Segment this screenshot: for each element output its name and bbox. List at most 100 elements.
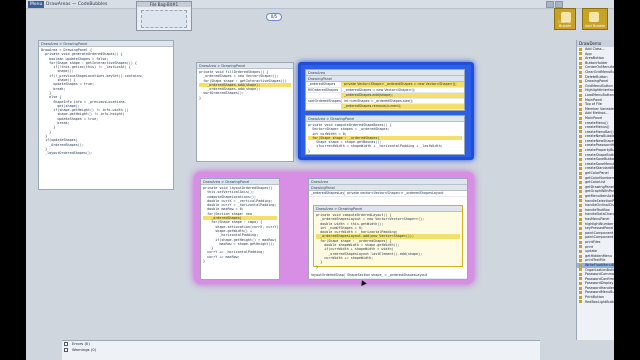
explorer-item-label: createNewShapes() [585,138,614,143]
class-icon [579,295,582,299]
explorer-item-label: RedBoxLightButton [585,299,614,304]
window-title: DrawAreas — CodeBubbles [46,2,108,7]
expand-icon[interactable] [64,348,68,352]
explorer-item-label: Add Method... [585,111,609,116]
reference-name [306,104,342,109]
explorer-item-label: HighlightInterfaces [585,88,614,93]
explorer-item-label: OrganizationButton [585,267,614,272]
code-bubble-fill-ordered-shapes[interactable]: DrawArea > DrawingPanel private void fil… [196,62,294,162]
class-icon [579,263,582,267]
class-icon [579,56,582,60]
explorer-item-label: paintComponent [585,235,614,240]
explorer-item-label: getGraphWithPanel [585,189,614,194]
class-icon [579,158,582,162]
problems-pane: Errors (0) Warnings (0) [62,340,540,360]
code-line: _layoutOrderedShapes(); [41,151,93,156]
maximize-button[interactable] [555,1,563,8]
explorer-item-label: PasswordMenuButton [585,290,614,295]
class-icon [579,249,582,253]
expand-icon[interactable] [64,342,68,346]
explorer-item-label: CenterOnMenuItem [585,65,614,70]
reference-name: _orderedShapes [306,82,342,87]
overview-thumbnail[interactable]: File Bag-Bit#1 [136,1,192,31]
code-bubble-layout-ordered-shapes[interactable]: DrawArea > DrawingPanel private void lay… [200,178,280,280]
explorer-item-label: hasMenuPanel [585,216,610,221]
explorer-item-label: App [585,51,592,56]
package-explorer[interactable]: DrawDemo Add Class... App AreaButton Button… [576,40,614,340]
screen-frame: Menu DrawAreas — CodeBubbles File Bag-Bi… [0,0,640,360]
class-icon [579,194,582,198]
reference-code: _orderedShapes = new Vector<Shape>(); [344,87,416,92]
code-editor[interactable]: private void fillOrderedShapes() { _orde… [197,69,293,101]
code-line: ifcurrentWidth = shapeWidth + _horizonta… [308,144,443,149]
explorer-item-label: WriteFloatMenuButton [585,262,614,267]
explorer-item-label: GridMenuButton [585,83,613,88]
class-icon [579,121,582,125]
class-icon [579,231,582,235]
explorer-item-label: createSaveButton [585,157,614,162]
explorer-item-label: createShapeButton() [585,152,614,157]
reference-row[interactable]: _orderedShapesLayout private vector<Vect… [309,191,467,197]
class-icon [579,130,582,134]
coding-bubble-tile[interactable]: Coding-Bubble [554,8,576,30]
code-editor[interactable]: private void layoutOrderedShapes() this.… [201,185,279,264]
class-icon [579,208,582,212]
code-editor[interactable]: DrawArea > DrawingPanel { private void g… [39,47,173,156]
code-bubble-compute-ordered-layout[interactable]: DrawArea > DrawingPanel private void com… [313,205,463,270]
explorer-item-label: highlightNumber [585,221,614,226]
explorer-item-label: getMenuItemActive [585,194,614,198]
references-bubble-layout[interactable]: DrawArea DrawingPanel _orderedShapesLayo… [308,178,468,280]
thumbnail-label: File Bag-Bit#1 [137,2,191,7]
class-icon [579,47,582,51]
class-icon [579,245,582,249]
add-bubble-tile[interactable]: Add Bubble [582,8,608,30]
thumbnail-viewport[interactable] [141,10,187,28]
reference-row[interactable]: _orderedShapes.add(current); [306,109,464,111]
explorer-item-label: print [585,244,593,249]
class-icon [579,144,582,148]
reference-code: _orderedShapes.add(current); [342,110,464,111]
class-icon [579,282,582,286]
tile-label: Add Bubble [584,24,606,28]
class-icon [579,148,582,152]
reference-code: ShapeSection shape_ = _orderedShapesLayo… [347,273,428,278]
reference-code: private Vector<Shape> _orderedShapes = n… [342,82,464,87]
class-icon [579,102,582,106]
explorer-item-label: Add Class... [585,47,605,51]
class-icon [579,75,582,79]
code-line: } [308,148,311,153]
class-icon [579,226,582,230]
code-editor[interactable]: private void computeOrderedLayout() { _o… [314,212,462,270]
class-icon [579,181,582,185]
explorer-item-label: handleSelectionPanel [585,198,614,203]
code-editor[interactable]: private void computeOrderedShapeBoxes() … [306,122,464,154]
reference-name [306,93,342,98]
reference-name: fillOrderedShapes [306,87,342,93]
explorer-item-label: PasswordCommandLine [585,272,614,277]
explorer-item-label: DrawingPanel [585,79,609,84]
add-icon [589,12,599,22]
reference-row[interactable]: layoutOrderedShapes ShapeSection shape_ … [309,273,467,279]
class-icon [579,286,582,290]
warnings-row[interactable]: Warnings (0) [62,347,540,353]
minimize-button[interactable] [546,1,554,8]
explorer-item-label: PrintButton [585,295,605,300]
title-bar: Menu DrawAreas — CodeBubbles [26,0,614,9]
class-icon [579,171,582,175]
explorer-item-label: createNewBubbles [585,134,614,139]
explorer-item-label: DeleteButton [585,74,608,79]
code-bubble-generate-ordered-shapes[interactable]: DrawArea > DrawingPanel DrawArea > Drawi… [38,40,174,190]
class-icon [579,116,582,120]
explorer-item-label: keyPressedPanel [585,226,614,231]
explorer-item-label: PasswordDisplay [585,281,614,286]
zoom-indicator[interactable]: 0/5 [266,13,282,21]
explorer-item-label: createMenus() [585,125,610,130]
references-bubble[interactable]: DrawArea DrawingPanel _orderedShapes priv… [305,69,465,111]
explorer-item-label: getHiddenMenu [585,253,612,258]
explorer-item[interactable]: RedBoxLightButton [577,300,614,305]
code-bubble-compute-shape-boxes[interactable]: DrawArea > DrawingPanel private void com… [305,115,465,155]
class-icon [579,112,582,116]
menu-button[interactable]: Menu [28,1,45,8]
explorer-item-label: PasswordConfirmButton [585,276,614,281]
explorer-list: Add Class... App AreaButton ButtonHolder Cen… [577,47,614,304]
